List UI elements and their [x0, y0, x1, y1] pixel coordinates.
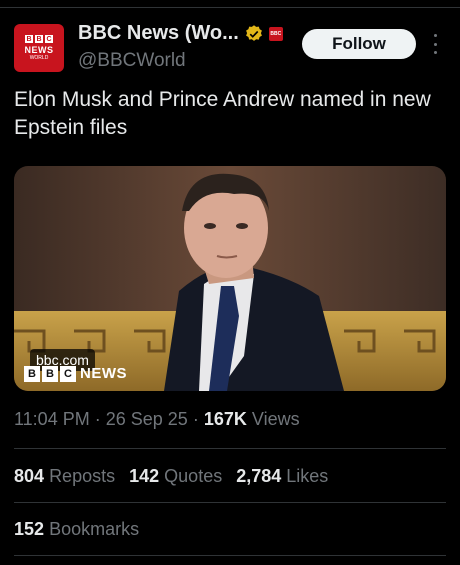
divider — [14, 448, 446, 449]
watermark-block: B — [42, 365, 58, 382]
watermark-block: C — [60, 365, 76, 382]
quotes-stat[interactable]: 142 Quotes — [129, 466, 222, 487]
more-dot — [433, 34, 437, 37]
likes-count: 2,784 — [236, 466, 282, 486]
tweet-text: Elon Musk and Prince Andrew named in new… — [14, 88, 431, 139]
tweet-meta: 11:04 PM · 26 Sep 25 · 167K Views — [14, 409, 300, 430]
more-dot — [433, 51, 437, 54]
watermark-text: NEWS — [80, 365, 127, 382]
account-name[interactable]: BBC News (Wo... — [78, 22, 239, 45]
more-dot — [433, 42, 437, 46]
affiliate-badge-icon[interactable]: BBC — [268, 26, 283, 41]
likes-label: Likes — [286, 466, 329, 486]
reposts-stat[interactable]: 804 Reposts — [14, 466, 115, 487]
divider — [14, 555, 446, 556]
views-label: Views — [251, 409, 300, 429]
verified-badge-icon[interactable] — [244, 24, 264, 44]
reposts-count: 804 — [14, 466, 45, 486]
quotes-label: Quotes — [164, 466, 223, 486]
quotes-count: 142 — [129, 466, 160, 486]
bbc-news-avatar-icon[interactable]: B B C NEWS WORLD — [14, 24, 64, 72]
tweet-date[interactable]: 26 Sep 25 — [106, 409, 188, 429]
avatar-block-b1: B — [25, 35, 33, 43]
avatar-block-c: C — [45, 35, 53, 43]
avatar-block-b2: B — [35, 35, 43, 43]
account-name-row: BBC News (Wo... BBC — [78, 22, 283, 45]
top-divider — [0, 7, 460, 8]
reposts-label: Reposts — [49, 466, 116, 486]
watermark-block: B — [24, 365, 40, 382]
bookmarks-label: Bookmarks — [49, 519, 140, 539]
account-handle[interactable]: @BBCWorld — [78, 50, 186, 72]
meta-dot: · — [94, 409, 101, 429]
bookmarks-count: 152 — [14, 519, 45, 539]
likes-stat[interactable]: 2,784 Likes — [236, 466, 328, 487]
meta-dot: · — [192, 409, 199, 429]
engagement-stats: 804 Reposts 142 Quotes 2,784 Likes — [14, 466, 342, 487]
avatar-bbc-blocks: B B C — [25, 35, 53, 43]
follow-button[interactable]: Follow — [302, 29, 416, 59]
avatar-world-text: WORLD — [29, 55, 49, 61]
views-count: 167K — [203, 409, 247, 429]
bookmarks-stat[interactable]: 152 Bookmarks — [14, 519, 139, 540]
tweet-time[interactable]: 11:04 PM — [14, 409, 90, 429]
more-options-icon[interactable] — [429, 34, 441, 54]
avatar-news-text: NEWS — [24, 45, 54, 55]
divider — [14, 502, 446, 503]
bbc-news-watermark: B B C NEWS — [24, 365, 127, 382]
